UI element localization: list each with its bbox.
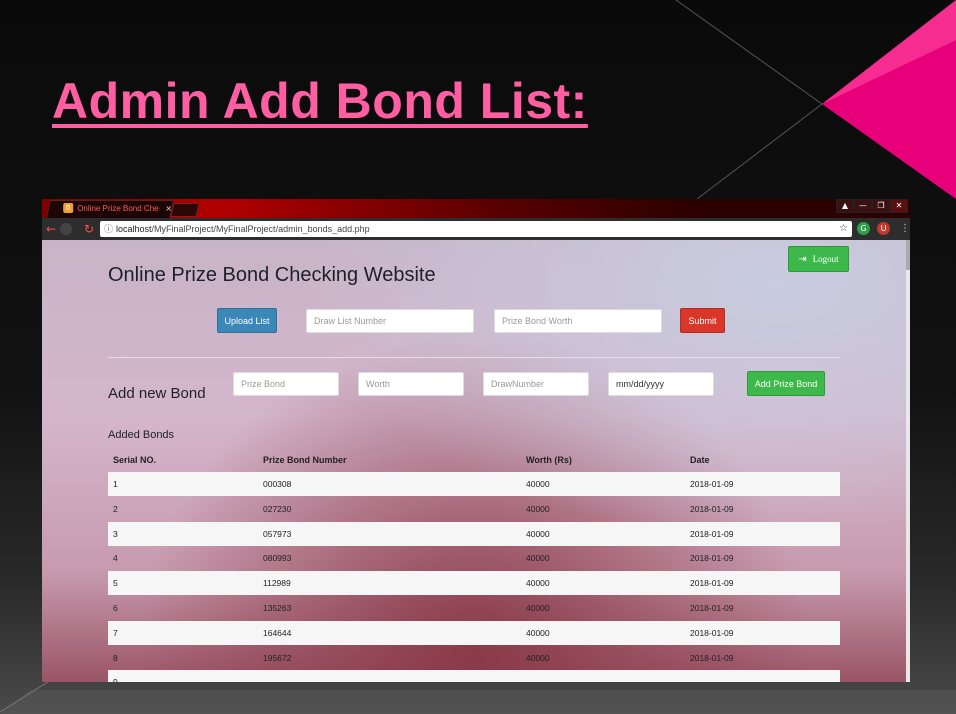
table-cell: 2 xyxy=(113,503,118,514)
info-icon[interactable]: ⓘ xyxy=(104,221,113,237)
table-cell: 5 xyxy=(113,578,118,589)
add-new-bond-title: Add new Bond xyxy=(108,385,206,402)
favicon-icon: O xyxy=(63,203,74,213)
table-cell: 2018-01-09 xyxy=(690,553,734,564)
scrollbar[interactable] xyxy=(906,240,910,682)
tab-bar: O Online Prize Bond Chec × ▲ — ❐ ✕ xyxy=(42,199,910,218)
worth-input[interactable]: Worth xyxy=(358,372,464,396)
bookmark-star-icon[interactable]: ☆ xyxy=(839,221,848,237)
column-header: Prize Bond Number xyxy=(263,455,347,465)
table-cell: 2018-01-09 xyxy=(690,602,734,613)
prize-bond-input[interactable]: Prize Bond xyxy=(233,372,339,396)
address-bar: ← ↻ ⓘ localhost/MyFinalProject/MyFinalPr… xyxy=(42,218,910,240)
table-cell: 40000 xyxy=(526,503,550,514)
table-cell: 195672 xyxy=(263,652,292,663)
tab-title: Online Prize Bond Chec xyxy=(77,203,160,213)
shield-extension-icon[interactable]: U xyxy=(877,222,890,235)
close-window-button[interactable]: ✕ xyxy=(890,199,908,213)
divider xyxy=(108,357,840,358)
table-cell: 2018-01-09 xyxy=(690,627,734,638)
table-header: Serial NO. Prize Bond Number Worth (Rs) … xyxy=(108,448,840,472)
add-prize-bond-button[interactable]: Add Prize Bond xyxy=(747,371,825,396)
table-row: 5 112989 40000 2018-01-09 xyxy=(108,571,840,596)
table-cell: 2018-01-09 xyxy=(690,479,734,489)
table-cell: 8 xyxy=(113,652,118,663)
table-row: 4 080993 40000 2018-01-09 xyxy=(108,546,840,570)
scrollbar-thumb[interactable] xyxy=(906,240,910,270)
prize-bond-worth-input[interactable]: Prize Bond Worth xyxy=(494,309,662,333)
submit-button[interactable]: Submit xyxy=(680,308,725,333)
table-cell: 2018-01-09 xyxy=(690,652,734,663)
url-path: /MyFinalProject/MyFinalProject/admin_bon… xyxy=(151,224,370,234)
table-cell: 000308 xyxy=(263,479,292,489)
table-cell: 3 xyxy=(113,528,118,539)
reload-icon[interactable]: ↻ xyxy=(84,222,94,236)
draw-number-input[interactable]: DrawNumber xyxy=(483,372,589,396)
browser-tab[interactable]: O Online Prize Bond Chec × xyxy=(46,200,174,218)
column-header: Date xyxy=(690,455,710,465)
restore-button[interactable]: ❐ xyxy=(872,199,890,213)
table-row: 2 027230 40000 2018-01-09 xyxy=(108,497,840,521)
table-cell: 40000 xyxy=(526,652,550,663)
url-host: localhost xyxy=(116,224,152,234)
draw-list-number-input[interactable]: Draw List Number xyxy=(306,309,474,333)
table-cell: 135263 xyxy=(263,602,292,613)
table-row: 3 057973 40000 2018-01-09 xyxy=(108,521,840,546)
table-cell: 6 xyxy=(113,602,118,613)
column-header: Worth (Rs) xyxy=(526,455,572,465)
grammarly-extension-icon[interactable]: G xyxy=(857,222,870,235)
table-cell: 2018-01-09 xyxy=(690,528,734,539)
table-cell: 2018-01-09 xyxy=(690,503,734,514)
table-cell: 40000 xyxy=(526,479,550,489)
date-input[interactable]: mm/dd/yyyy xyxy=(608,372,714,396)
logout-label: Logout xyxy=(812,254,839,264)
table-cell: 027230 xyxy=(263,503,292,514)
slide-title: Admin Add Bond List: xyxy=(52,73,588,129)
table-cell: 9 xyxy=(108,677,258,682)
bonds-table: Serial NO. Prize Bond Number Worth (Rs) … xyxy=(108,448,840,682)
url-field[interactable]: ⓘ localhost/MyFinalProject/MyFinalProjec… xyxy=(100,221,852,237)
browser-window: O Online Prize Bond Chec × ▲ — ❐ ✕ ← ↻ ⓘ… xyxy=(42,199,910,682)
upload-list-button[interactable]: Upload List xyxy=(217,308,277,333)
page-content: Online Prize Bond Checking Website ⇥ Log… xyxy=(42,240,906,682)
table-cell: 112989 xyxy=(263,578,291,589)
table-cell: 164644 xyxy=(263,627,292,638)
table-row: 6 135263 40000 2018-01-09 xyxy=(108,596,840,620)
logout-icon: ⇥ xyxy=(798,253,807,265)
table-cell: 40000 xyxy=(526,528,550,539)
added-bonds-title: Added Bonds xyxy=(108,429,175,441)
table-row: 1 000308 40000 2018-01-09 xyxy=(108,472,840,496)
minimize-button[interactable]: — xyxy=(854,199,872,213)
table-cell: 057973 xyxy=(263,528,292,539)
menu-dots-icon[interactable]: ⋮ xyxy=(900,222,910,236)
forward-arrow-icon[interactable] xyxy=(60,223,72,235)
table-row: 7 164644 40000 2018-01-09 xyxy=(108,620,840,645)
table-cell: 40000 xyxy=(526,627,550,638)
table-cell: 40000 xyxy=(526,602,550,613)
back-arrow-icon[interactable]: ← xyxy=(46,222,56,236)
table-cell: 4 xyxy=(113,553,118,564)
table-cell: 40000 xyxy=(526,578,550,589)
table-cell: 40000 xyxy=(526,553,550,564)
column-header: Serial NO. xyxy=(113,455,157,465)
site-title: Online Prize Bond Checking Website xyxy=(108,264,436,286)
table-cell: 2018-01-09 xyxy=(690,578,734,589)
logout-button[interactable]: ⇥ Logout xyxy=(788,246,849,272)
table-row: 8 195672 40000 2018-01-09 xyxy=(108,646,840,670)
table-cell: 080993 xyxy=(263,553,292,564)
table-row: 9 xyxy=(108,670,840,682)
table-cell: 7 xyxy=(113,627,118,638)
table-cell: 1 xyxy=(113,479,118,489)
new-tab-button[interactable] xyxy=(170,203,200,217)
profile-icon[interactable]: ▲ xyxy=(836,199,854,213)
